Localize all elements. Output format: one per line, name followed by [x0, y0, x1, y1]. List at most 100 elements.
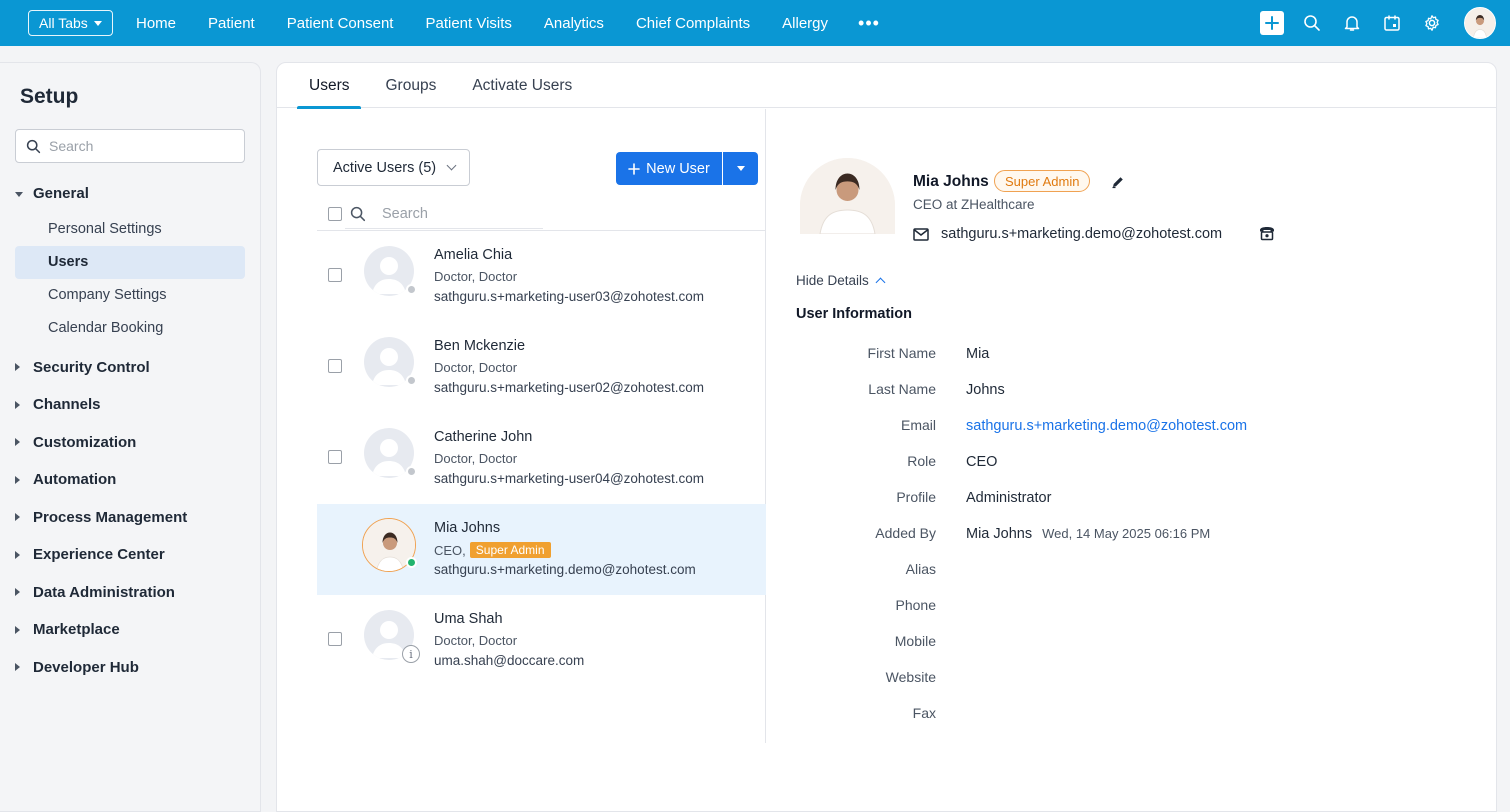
create-button[interactable]: [1252, 0, 1292, 46]
all-tabs-button[interactable]: All Tabs: [28, 10, 113, 36]
hide-details-toggle[interactable]: Hide Details: [796, 273, 886, 288]
caret-down-icon: [93, 20, 102, 26]
main-panel: Users Groups Activate Users Active Users…: [276, 62, 1497, 812]
user-role: Doctor, Doctor: [434, 451, 517, 466]
sidebar-item-users[interactable]: Users: [15, 245, 245, 279]
field-alias: Alias: [767, 551, 1496, 587]
hide-details-label: Hide Details: [796, 273, 869, 288]
user-list-search: [317, 197, 766, 230]
sidebar-section-marketplace[interactable]: Marketplace: [0, 611, 260, 649]
user-search-input[interactable]: [382, 205, 682, 222]
chevron-down-icon: [446, 160, 457, 171]
super-admin-tag: Super Admin: [469, 542, 551, 558]
top-actions: [1252, 0, 1510, 46]
sidebar-section-label: Security Control: [33, 358, 150, 376]
tab-groups[interactable]: Groups: [373, 63, 448, 108]
info-icon[interactable]: i: [402, 645, 420, 663]
collapsed-arrow-icon: [15, 475, 20, 484]
sidebar-item-personal-settings[interactable]: Personal Settings: [15, 213, 245, 246]
sidebar-section-customization[interactable]: Customization: [0, 424, 260, 462]
user-email: uma.shah@doccare.com: [434, 653, 585, 668]
sidebar-section-general[interactable]: General: [0, 175, 260, 213]
field-label: Email: [900, 417, 936, 433]
search-icon[interactable]: [1292, 0, 1332, 46]
nav-tab-analytics[interactable]: Analytics: [528, 0, 620, 46]
added-by-name: Mia Johns: [966, 526, 1033, 542]
telephone-icon[interactable]: [1258, 225, 1276, 246]
bell-icon[interactable]: [1332, 0, 1372, 46]
field-label: Phone: [895, 597, 936, 613]
row-checkbox[interactable]: [328, 450, 342, 464]
select-all-checkbox[interactable]: [328, 206, 342, 221]
tab-users[interactable]: Users: [297, 63, 362, 109]
plus-icon: [1260, 11, 1284, 35]
user-row-uma-shah[interactable]: i Uma Shah Doctor, Doctor uma.shah@docca…: [317, 595, 766, 686]
sidebar-section-automation[interactable]: Automation: [0, 461, 260, 499]
user-information-fields: First Name Mia Last Name Johns Email sat…: [767, 335, 1496, 731]
nav-tab-allergy[interactable]: Allergy: [766, 0, 844, 46]
gear-icon[interactable]: [1412, 0, 1452, 46]
user-role-text: Doctor, Doctor: [434, 633, 518, 648]
sidebar-section-experience-center[interactable]: Experience Center: [0, 536, 260, 574]
more-tabs-button[interactable]: •••: [844, 13, 894, 34]
expanded-arrow-icon: [15, 191, 23, 197]
user-row-amelia-chia[interactable]: Amelia Chia Doctor, Doctor sathguru.s+ma…: [317, 231, 766, 322]
user-filter-dropdown[interactable]: Active Users (5): [317, 149, 470, 186]
top-navigation-bar: All Tabs Home Patient Patient Consent Pa…: [0, 0, 1510, 46]
field-first-name: First Name Mia: [767, 335, 1496, 371]
setup-sidebar: Setup General Personal Settings Users Co…: [0, 62, 261, 812]
sidebar-section-label: Data Administration: [33, 583, 175, 601]
sidebar-search-input[interactable]: [49, 138, 229, 154]
nav-tab-patient-consent[interactable]: Patient Consent: [271, 0, 410, 46]
new-user-options-button[interactable]: [723, 152, 758, 185]
row-checkbox[interactable]: [328, 359, 342, 373]
detail-role-company: CEO at ZHealthcare: [913, 197, 1035, 212]
user-email: sathguru.s+marketing-user02@zohotest.com: [434, 380, 704, 395]
module-tabs: Home Patient Patient Consent Patient Vis…: [120, 0, 894, 46]
nav-tab-chief-complaints[interactable]: Chief Complaints: [620, 0, 766, 46]
field-value: Mia: [966, 346, 990, 362]
new-user-button[interactable]: New User: [616, 152, 722, 185]
nav-tab-home[interactable]: Home: [120, 0, 192, 46]
sidebar-section-developer-hub[interactable]: Developer Hub: [0, 649, 260, 687]
sidebar-item-calendar-booking[interactable]: Calendar Booking: [15, 312, 245, 345]
envelope-icon: [913, 228, 929, 246]
user-row-catherine-john[interactable]: Catherine John Doctor, Doctor sathguru.s…: [317, 413, 766, 504]
user-filter-label: Active Users (5): [333, 159, 437, 176]
sidebar-section-process-management[interactable]: Process Management: [0, 499, 260, 537]
row-checkbox[interactable]: [328, 632, 342, 646]
sidebar-section-channels[interactable]: Channels: [0, 386, 260, 424]
calendar-icon[interactable]: [1372, 0, 1412, 46]
user-role-text: Doctor, Doctor: [434, 269, 518, 284]
offline-status-icon: [406, 375, 417, 386]
user-role: Doctor, Doctor: [434, 633, 517, 648]
collapsed-arrow-icon: [15, 513, 20, 522]
user-role: CEO, Super Admin: [434, 542, 551, 558]
sidebar-section-label: Marketplace: [33, 621, 120, 639]
field-last-name: Last Name Johns: [767, 371, 1496, 407]
field-added-by: Added By Mia Johns Wed, 14 May 2025 06:16…: [767, 515, 1496, 551]
user-role-text: Doctor, Doctor: [434, 360, 518, 375]
field-profile: Profile Administrator: [767, 479, 1496, 515]
user-detail-pane: Mia Johns Super Admin CEO at ZHealthcare…: [767, 109, 1496, 809]
user-avatar[interactable]: [1464, 7, 1496, 39]
added-timestamp: Wed, 14 May 2025 06:16 PM: [1042, 526, 1211, 541]
sidebar-menu: General Personal Settings Users Company …: [0, 175, 260, 686]
user-row-mia-johns[interactable]: Mia Johns CEO, Super Admin sathguru.s+ma…: [317, 504, 766, 595]
email-link[interactable]: sathguru.s+marketing.demo@zohotest.com: [966, 418, 1247, 434]
sidebar-item-company-settings[interactable]: Company Settings: [15, 279, 245, 312]
tab-activate-users[interactable]: Activate Users: [460, 63, 584, 108]
nav-tab-patient-visits[interactable]: Patient Visits: [409, 0, 527, 46]
sidebar-section-security-control[interactable]: Security Control: [0, 349, 260, 387]
user-row-ben-mckenzie[interactable]: Ben Mckenzie Doctor, Doctor sathguru.s+m…: [317, 322, 766, 413]
search-underline: [345, 228, 543, 229]
field-email: Email sathguru.s+marketing.demo@zohotest…: [767, 407, 1496, 443]
row-checkbox[interactable]: [328, 268, 342, 282]
sidebar-section-data-administration[interactable]: Data Administration: [0, 574, 260, 612]
sidebar-section-label: Developer Hub: [33, 658, 139, 676]
field-label: Last Name: [868, 381, 936, 397]
field-value: Johns: [966, 382, 1005, 398]
nav-tab-patient[interactable]: Patient: [192, 0, 271, 46]
pencil-icon[interactable]: [1111, 175, 1125, 194]
field-label: Website: [885, 669, 936, 685]
